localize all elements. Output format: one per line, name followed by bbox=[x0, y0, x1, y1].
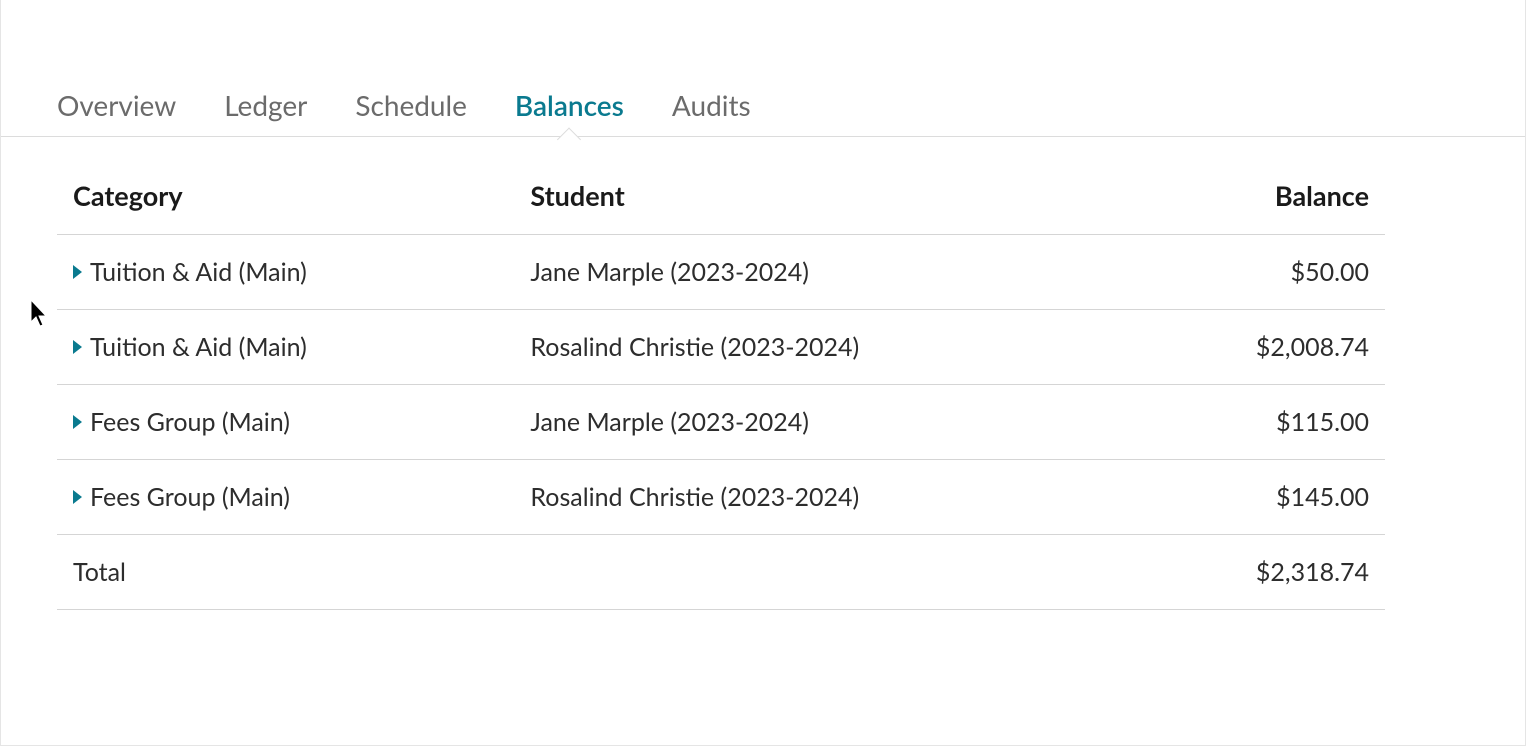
tab-audits[interactable]: Audits bbox=[672, 88, 751, 136]
table-row[interactable]: Tuition & Aid (Main) Rosalind Christie (… bbox=[57, 310, 1385, 385]
expand-caret-icon[interactable] bbox=[73, 415, 82, 429]
category-label: Tuition & Aid (Main) bbox=[90, 332, 307, 362]
balance-cell: $50.00 bbox=[1135, 235, 1385, 310]
table-row[interactable]: Fees Group (Main) Jane Marple (2023-2024… bbox=[57, 385, 1385, 460]
student-cell: Rosalind Christie (2023-2024) bbox=[514, 310, 1135, 385]
total-row: Total $2,318.74 bbox=[57, 535, 1385, 610]
balance-cell: $115.00 bbox=[1135, 385, 1385, 460]
balance-cell: $145.00 bbox=[1135, 460, 1385, 535]
column-header-category: Category bbox=[57, 157, 514, 235]
category-label: Fees Group (Main) bbox=[90, 407, 290, 437]
student-cell: Jane Marple (2023-2024) bbox=[514, 385, 1135, 460]
column-header-student: Student bbox=[514, 157, 1135, 235]
tab-balances[interactable]: Balances bbox=[515, 88, 624, 136]
balances-table: Category Student Balance Tuition & Aid (… bbox=[57, 157, 1385, 610]
category-label: Tuition & Aid (Main) bbox=[90, 257, 307, 287]
expand-caret-icon[interactable] bbox=[73, 490, 82, 504]
tab-schedule[interactable]: Schedule bbox=[355, 88, 467, 136]
tab-bar: Overview Ledger Schedule Balances Audits bbox=[1, 0, 1525, 137]
expand-caret-icon[interactable] bbox=[73, 340, 82, 354]
balance-cell: $2,008.74 bbox=[1135, 310, 1385, 385]
student-cell: Rosalind Christie (2023-2024) bbox=[514, 460, 1135, 535]
table-row[interactable]: Fees Group (Main) Rosalind Christie (202… bbox=[57, 460, 1385, 535]
expand-caret-icon[interactable] bbox=[73, 265, 82, 279]
student-cell: Jane Marple (2023-2024) bbox=[514, 235, 1135, 310]
column-header-balance: Balance bbox=[1135, 157, 1385, 235]
total-label: Total bbox=[57, 535, 514, 610]
tab-overview[interactable]: Overview bbox=[57, 88, 176, 136]
category-label: Fees Group (Main) bbox=[90, 482, 290, 512]
total-value: $2,318.74 bbox=[1135, 535, 1385, 610]
tab-ledger[interactable]: Ledger bbox=[224, 88, 307, 136]
table-row[interactable]: Tuition & Aid (Main) Jane Marple (2023-2… bbox=[57, 235, 1385, 310]
